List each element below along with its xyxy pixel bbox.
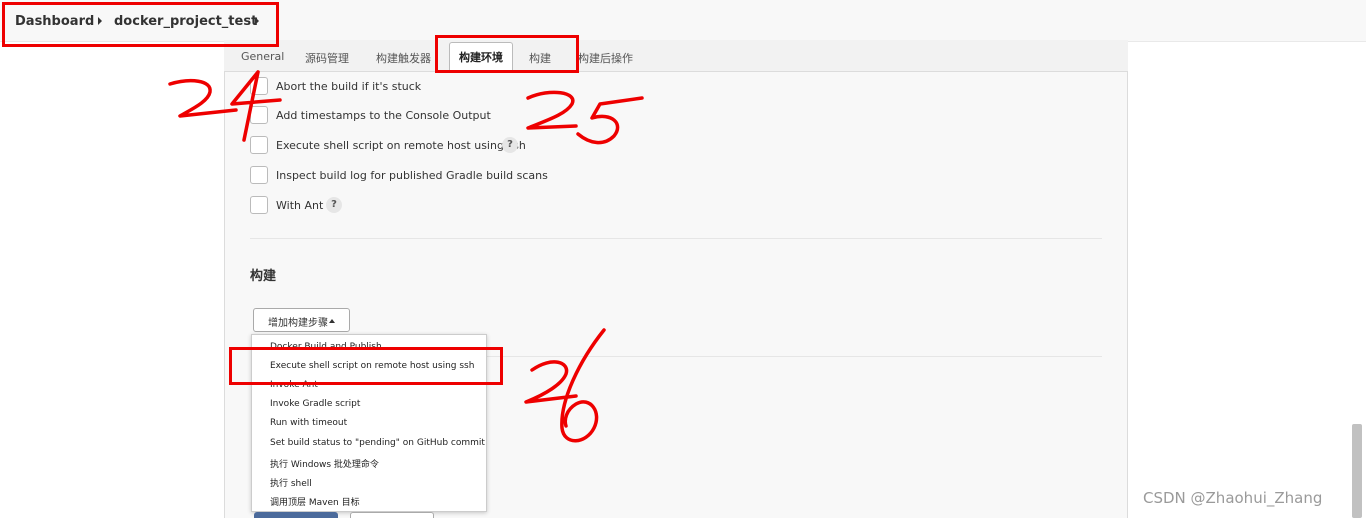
- annotation-digit-6: [560, 328, 606, 443]
- annotation-digit-5: [576, 96, 644, 145]
- annotation-digit-2: [526, 90, 578, 130]
- annotation-scribbles: [168, 70, 644, 443]
- annotation-digit-4: [230, 70, 282, 142]
- annotation-digit-2: [168, 78, 238, 118]
